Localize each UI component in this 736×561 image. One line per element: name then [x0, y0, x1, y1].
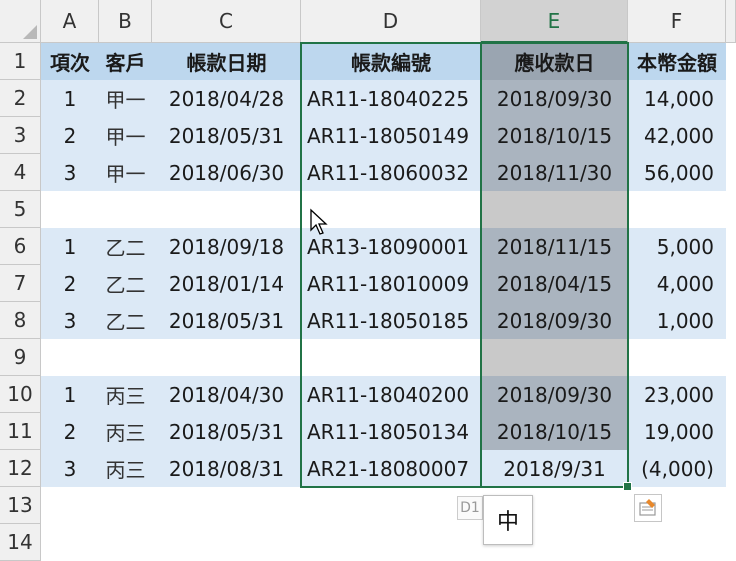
cell-f6[interactable]: 5,000: [628, 228, 726, 265]
header-cell-d[interactable]: 帳款編號: [301, 43, 481, 80]
row-header-6[interactable]: 6: [0, 228, 41, 265]
cell-f8[interactable]: 1,000: [628, 302, 726, 339]
row-header-4[interactable]: 4: [0, 154, 41, 191]
cell-d12[interactable]: AR21-18080007: [301, 450, 481, 487]
cell-d8[interactable]: AR11-18050185: [301, 302, 481, 339]
cell-a3[interactable]: 2: [41, 117, 99, 154]
select-all-triangle-icon: [23, 25, 37, 39]
cell-b3[interactable]: 甲一: [99, 117, 152, 154]
column-header-d[interactable]: D: [301, 0, 481, 43]
cell-c5[interactable]: [152, 191, 301, 228]
cell-b7[interactable]: 乙二: [99, 265, 152, 302]
cell-b4[interactable]: 甲一: [99, 154, 152, 191]
row-header-7[interactable]: 7: [0, 265, 41, 302]
row-header-13[interactable]: 13: [0, 487, 41, 524]
header-cell-e[interactable]: 應收款日: [481, 43, 628, 80]
header-cell-f[interactable]: 本幣金額: [628, 43, 726, 80]
cell-b2[interactable]: 甲一: [99, 80, 152, 117]
cell-b12[interactable]: 丙三: [99, 450, 152, 487]
cell-e4[interactable]: 2018/11/30: [481, 154, 628, 191]
cell-e11[interactable]: 2018/10/15: [481, 413, 628, 450]
cell-e8[interactable]: 2018/09/30: [481, 302, 628, 339]
column-header-e[interactable]: E: [481, 0, 628, 43]
cell-d4[interactable]: AR11-18060032: [301, 154, 481, 191]
select-all-corner[interactable]: [0, 0, 41, 43]
cell-d3[interactable]: AR11-18050149: [301, 117, 481, 154]
cell-d11[interactable]: AR11-18050134: [301, 413, 481, 450]
cell-f9[interactable]: [628, 339, 726, 376]
cell-b6[interactable]: 乙二: [99, 228, 152, 265]
row-header-12[interactable]: 12: [0, 450, 41, 487]
cell-c10[interactable]: 2018/04/30: [152, 376, 301, 413]
fill-handle[interactable]: [623, 482, 632, 491]
row-header-8[interactable]: 8: [0, 302, 41, 339]
cell-e10[interactable]: 2018/09/30: [481, 376, 628, 413]
cell-c7[interactable]: 2018/01/14: [152, 265, 301, 302]
cell-a4[interactable]: 3: [41, 154, 99, 191]
cell-d10[interactable]: AR11-18040200: [301, 376, 481, 413]
cell-d2[interactable]: AR11-18040225: [301, 80, 481, 117]
header-cell-c[interactable]: 帳款日期: [152, 43, 301, 80]
column-header-next[interactable]: [726, 0, 736, 43]
cell-d9[interactable]: [301, 339, 481, 376]
mouse-pointer-icon: [309, 208, 329, 240]
row-header-3[interactable]: 3: [0, 117, 41, 154]
cell-e2[interactable]: 2018/09/30: [481, 80, 628, 117]
cell-a9[interactable]: [41, 339, 99, 376]
cell-b5[interactable]: [99, 191, 152, 228]
cell-d7[interactable]: AR11-18010009: [301, 265, 481, 302]
cell-f4[interactable]: 56,000: [628, 154, 726, 191]
row-header-10[interactable]: 10: [0, 376, 41, 413]
cell-e3[interactable]: 2018/10/15: [481, 117, 628, 154]
cell-f3[interactable]: 42,000: [628, 117, 726, 154]
cell-b11[interactable]: 丙三: [99, 413, 152, 450]
cell-a10[interactable]: 1: [41, 376, 99, 413]
cell-e12[interactable]: 2018/9/31: [481, 450, 628, 487]
cell-a8[interactable]: 3: [41, 302, 99, 339]
cell-e5[interactable]: [481, 191, 628, 228]
column-header-c[interactable]: C: [152, 0, 301, 43]
row-header-9[interactable]: 9: [0, 339, 41, 376]
header-cell-a[interactable]: 項次: [41, 43, 99, 80]
header-cell-b[interactable]: 客戶: [99, 43, 152, 80]
quick-analysis-icon[interactable]: [634, 494, 662, 522]
cell-c2[interactable]: 2018/04/28: [152, 80, 301, 117]
column-header-b[interactable]: B: [99, 0, 152, 43]
cell-c12[interactable]: 2018/08/31: [152, 450, 301, 487]
row-header-1[interactable]: 1: [0, 43, 41, 80]
cell-f10[interactable]: 23,000: [628, 376, 726, 413]
cell-c8[interactable]: 2018/05/31: [152, 302, 301, 339]
cell-f7[interactable]: 4,000: [628, 265, 726, 302]
cell-f11[interactable]: 19,000: [628, 413, 726, 450]
cell-e6[interactable]: 2018/11/15: [481, 228, 628, 265]
cell-b9[interactable]: [99, 339, 152, 376]
row-header-11[interactable]: 11: [0, 413, 41, 450]
cell-a12[interactable]: 3: [41, 450, 99, 487]
cell-a6[interactable]: 1: [41, 228, 99, 265]
cell-c11[interactable]: 2018/05/31: [152, 413, 301, 450]
cell-c3[interactable]: 2018/05/31: [152, 117, 301, 154]
ime-mode-indicator[interactable]: 中: [483, 495, 533, 545]
cell-c4[interactable]: 2018/06/30: [152, 154, 301, 191]
cell-f2[interactable]: 14,000: [628, 80, 726, 117]
cell-f12[interactable]: (4,000): [628, 450, 726, 487]
cell-a2[interactable]: 1: [41, 80, 99, 117]
cell-a11[interactable]: 2: [41, 413, 99, 450]
ime-range-label: D1: [457, 496, 483, 520]
cell-c6[interactable]: 2018/09/18: [152, 228, 301, 265]
cell-e9[interactable]: [481, 339, 628, 376]
column-header-f[interactable]: F: [628, 0, 726, 43]
cell-c9[interactable]: [152, 339, 301, 376]
cell-f5[interactable]: [628, 191, 726, 228]
cell-a5[interactable]: [41, 191, 99, 228]
row-header-2[interactable]: 2: [0, 80, 41, 117]
row-header-5[interactable]: 5: [0, 191, 41, 228]
cell-e7[interactable]: 2018/04/15: [481, 265, 628, 302]
cell-a7[interactable]: 2: [41, 265, 99, 302]
row-header-14[interactable]: 14: [0, 524, 41, 561]
cell-b10[interactable]: 丙三: [99, 376, 152, 413]
column-header-a[interactable]: A: [41, 0, 99, 43]
cell-b8[interactable]: 乙二: [99, 302, 152, 339]
selection-column-divider: [480, 43, 482, 487]
